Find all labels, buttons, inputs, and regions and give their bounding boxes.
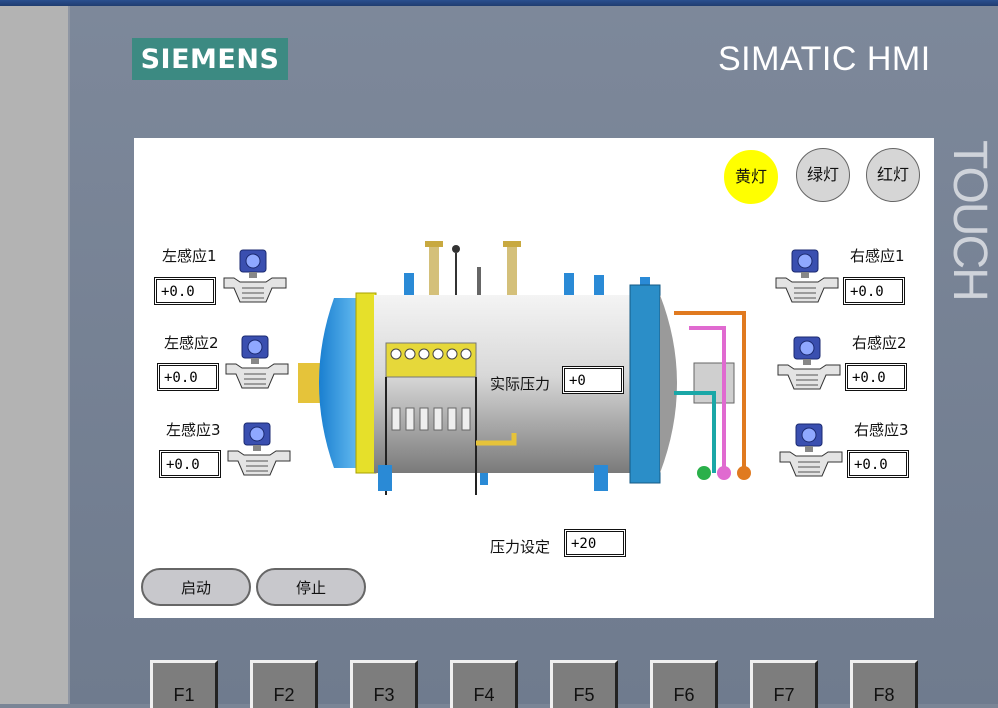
flowmeter-icon bbox=[223, 249, 287, 303]
yellow-lamp: 黄灯 bbox=[724, 150, 778, 204]
right-sensor-2-value: +0.0 bbox=[845, 363, 907, 391]
right-sensor-2-label: 右感应2 bbox=[852, 334, 907, 352]
left-sensor-3-value: +0.0 bbox=[159, 450, 221, 478]
f8-key[interactable]: F8 bbox=[850, 660, 918, 708]
flowmeter-icon bbox=[779, 423, 843, 477]
f1-key[interactable]: F1 bbox=[150, 660, 218, 708]
red-lamp: 红灯 bbox=[866, 148, 920, 202]
green-lamp: 绿灯 bbox=[796, 148, 850, 202]
stop-button[interactable]: 停止 bbox=[256, 568, 366, 606]
pressure-setpoint-label: 压力设定 bbox=[490, 538, 551, 556]
autoclave-vessel-illustration bbox=[298, 241, 751, 495]
f4-key[interactable]: F4 bbox=[450, 660, 518, 708]
actual-pressure-value: +0 bbox=[562, 366, 624, 394]
right-sensor-3-value: +0.0 bbox=[847, 450, 909, 478]
hmi-screen: 黄灯 绿灯 红灯 左感应1 +0.0 左感应2 +0.0 左感应3 +0.0 右… bbox=[134, 138, 934, 618]
right-sensor-1-label: 右感应1 bbox=[850, 247, 905, 265]
left-sensor-3-label: 左感应3 bbox=[166, 421, 221, 439]
pressure-setpoint-input[interactable]: +20 bbox=[564, 529, 626, 557]
simatic-hmi-title: SIMATIC HMI bbox=[718, 40, 931, 78]
actual-pressure-label: 实际压力 bbox=[490, 375, 551, 393]
left-sensor-2-value: +0.0 bbox=[157, 363, 219, 391]
flowmeter-icon bbox=[227, 422, 291, 476]
right-sensor-1-value: +0.0 bbox=[843, 277, 905, 305]
flowmeter-icon bbox=[225, 335, 289, 389]
f7-key[interactable]: F7 bbox=[750, 660, 818, 708]
f2-key[interactable]: F2 bbox=[250, 660, 318, 708]
left-sensor-2-label: 左感应2 bbox=[164, 334, 219, 352]
left-sensor-1-label: 左感应1 bbox=[162, 247, 217, 265]
right-sensor-3-label: 右感应3 bbox=[854, 421, 909, 439]
siemens-logo: SIEMENS bbox=[132, 38, 288, 80]
f3-key[interactable]: F3 bbox=[350, 660, 418, 708]
left-sensor-1-value: +0.0 bbox=[154, 277, 216, 305]
left-side-strip bbox=[0, 6, 70, 704]
start-button[interactable]: 启动 bbox=[141, 568, 251, 606]
f5-key[interactable]: F5 bbox=[550, 660, 618, 708]
touch-label: TOUCH bbox=[934, 140, 998, 345]
flowmeter-icon bbox=[777, 336, 841, 390]
touch-text: TOUCH bbox=[943, 140, 996, 300]
f6-key[interactable]: F6 bbox=[650, 660, 718, 708]
